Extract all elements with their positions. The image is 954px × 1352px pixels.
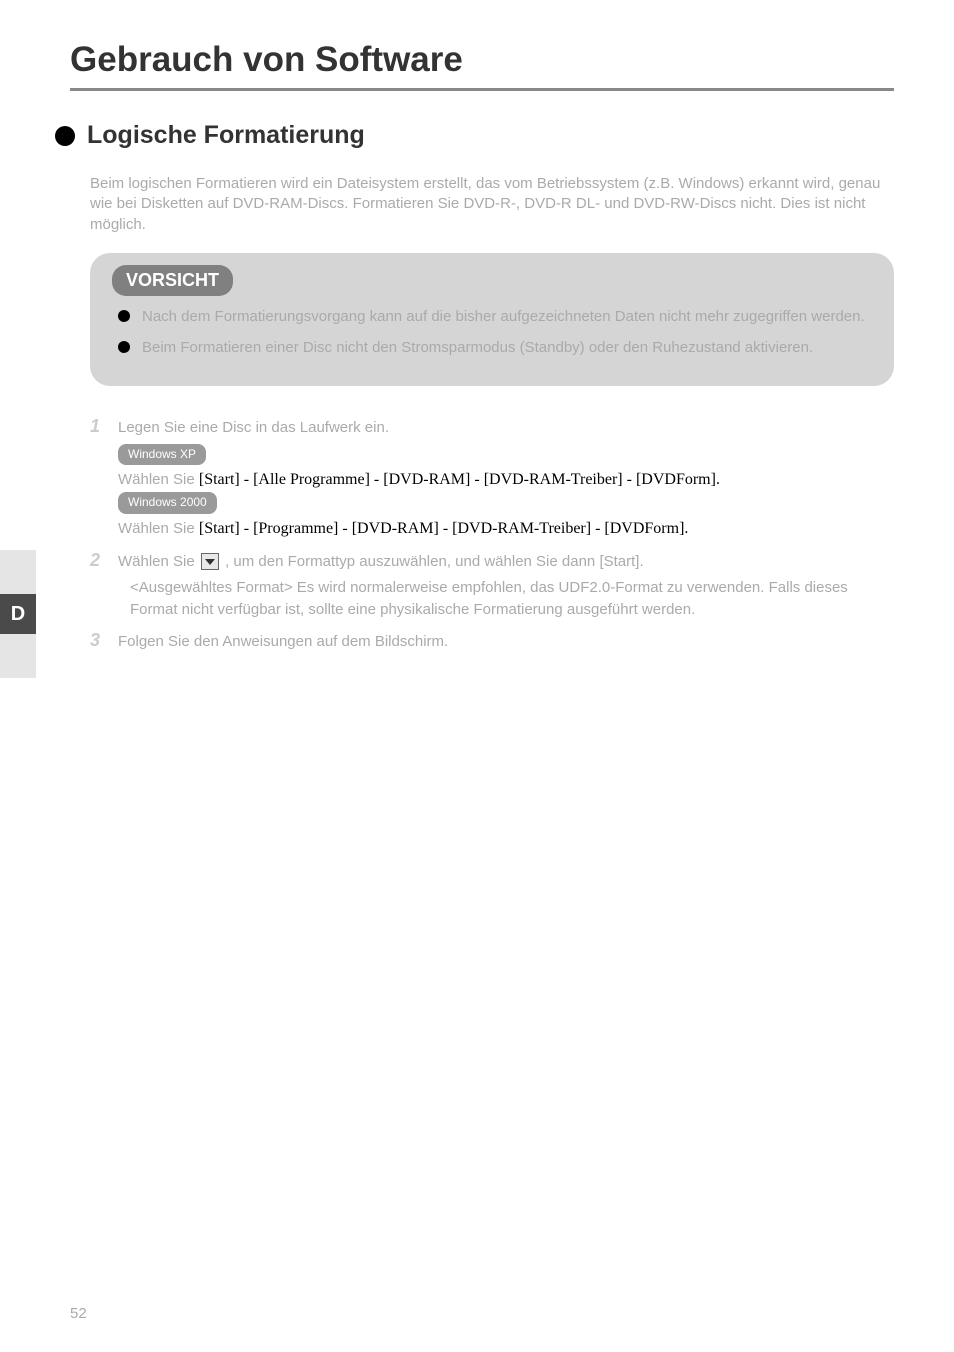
step-3: 3 Folgen Sie den Anweisungen auf dem Bil… [90, 630, 894, 651]
tab-letter: D [0, 594, 36, 634]
step1-2k-text: Wählen Sie [118, 520, 199, 537]
step-body: Windows XP Wählen Sie [Start] - [Alle Pr… [118, 443, 894, 540]
step-title: Wählen Sie , um den Formattyp auszuwähle… [118, 553, 644, 571]
page-number: 52 [70, 1305, 87, 1322]
step-title: Legen Sie eine Disc in das Laufwerk ein. [118, 419, 389, 436]
step2-title-part1: Wählen Sie [118, 553, 199, 570]
title-underline [70, 88, 894, 91]
language-tab: D [0, 550, 36, 678]
caution-text-2: Beim Formatieren einer Disc nicht den St… [142, 337, 813, 358]
bullet-icon [118, 341, 130, 353]
section-heading: Logische Formatierung [87, 121, 365, 150]
section-intro: Beim logischen Formatieren wird ein Date… [90, 174, 894, 235]
bullet-icon [118, 310, 130, 322]
step-title: Folgen Sie den Anweisungen auf dem Bilds… [118, 633, 448, 650]
step-number: 3 [90, 630, 118, 651]
os-badge-xp: Windows XP [118, 444, 206, 465]
tab-spacer-bottom [0, 634, 36, 678]
bullet-icon [55, 126, 75, 146]
step-2: 2 Wählen Sie , um den Formattyp auszuwäh… [90, 550, 894, 621]
step1-xp-text: Wählen Sie [118, 471, 199, 488]
step1-2k-menu-path: [Start] - [Programme] - [DVD-RAM] - [DVD… [199, 520, 689, 537]
step-number: 1 [90, 416, 118, 437]
step2-title-part2: , um den Formattyp auszuwählen, und wähl… [225, 553, 644, 570]
os-badge-2k: Windows 2000 [118, 492, 217, 513]
caution-item-1: Nach dem Formatierungsvorgang kann auf d… [112, 306, 872, 327]
step-1: 1 Legen Sie eine Disc in das Laufwerk ei… [90, 416, 894, 540]
step-number: 2 [90, 550, 118, 571]
page-title: Gebrauch von Software [50, 40, 894, 80]
caution-label: VORSICHT [112, 265, 233, 296]
caution-item-2: Beim Formatieren einer Disc nicht den St… [112, 337, 872, 358]
caution-box: VORSICHT Nach dem Formatierungsvorgang k… [90, 253, 894, 386]
tab-spacer-top [0, 550, 36, 594]
steps-list: 1 Legen Sie eine Disc in das Laufwerk ei… [90, 416, 894, 652]
section-header: Logische Formatierung [55, 121, 894, 150]
dropdown-icon [201, 553, 219, 570]
step-body: <Ausgewähltes Format> Es wird normalerwe… [118, 577, 894, 621]
step1-xp-menu-path: [Start] - [Alle Programme] - [DVD-RAM] -… [199, 471, 720, 488]
caution-text-1: Nach dem Formatierungsvorgang kann auf d… [142, 306, 865, 327]
